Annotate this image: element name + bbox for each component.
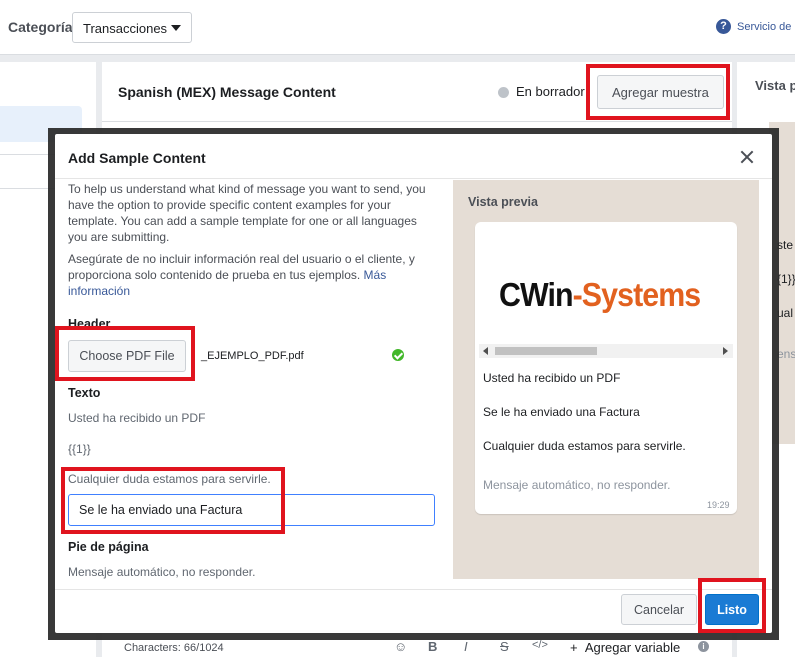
horizontal-scrollbar[interactable]: [479, 344, 733, 358]
status-text: En borrador: [516, 84, 585, 99]
choose-pdf-button[interactable]: Choose PDF File: [68, 340, 186, 372]
preview-line: Cualquier duda estamos para servirle.: [483, 439, 686, 453]
plus-icon: +: [570, 640, 578, 655]
category-select[interactable]: Transacciones: [72, 12, 192, 43]
right-preview-text: ens: [777, 347, 795, 361]
character-count: Characters: 66/1024: [124, 642, 224, 654]
variable-sample-input[interactable]: [68, 494, 435, 526]
add-variable-button[interactable]: + Agregar variable: [570, 640, 680, 655]
italic-icon[interactable]: I: [464, 639, 468, 654]
add-sample-dialog: Add Sample Content To help us understand…: [55, 134, 772, 633]
text-line: Usted ha recibido un PDF: [68, 411, 206, 425]
message-bubble: CWin-Systems Usted ha recibido un PDF Se…: [475, 222, 737, 514]
scrollbar-thumb[interactable]: [495, 347, 597, 355]
strikethrough-icon[interactable]: S: [500, 639, 509, 654]
help-icon: ?: [716, 19, 731, 34]
text-line: Cualquier duda estamos para servirle.: [68, 472, 271, 486]
preview-title: Vista previa: [468, 195, 538, 209]
category-label: Categoría: [8, 19, 73, 35]
caret-down-icon: [171, 25, 181, 31]
close-icon[interactable]: [738, 148, 756, 166]
code-icon[interactable]: </>: [532, 639, 548, 651]
company-logo: CWin-Systems: [499, 276, 701, 313]
intro-text: To help us understand what kind of messa…: [68, 182, 426, 244]
done-button[interactable]: Listo: [705, 594, 759, 625]
preview-time: 19:29: [707, 500, 730, 510]
cancel-button[interactable]: Cancelar: [621, 594, 697, 625]
right-preview-text: ste: [777, 238, 794, 252]
divider: [55, 178, 772, 179]
message-content-title: Spanish (MEX) Message Content: [118, 84, 336, 100]
footer-text: Mensaje automático, no responder.: [68, 565, 256, 579]
dialog-title: Add Sample Content: [68, 150, 206, 166]
top-bar: Categoría Transacciones ? Servicio de: [0, 0, 795, 55]
divider: [55, 589, 772, 590]
scroll-right-icon[interactable]: [723, 347, 728, 355]
info-icon[interactable]: i: [698, 641, 709, 652]
right-preview-title: Vista p: [755, 78, 795, 93]
category-value: Transacciones: [83, 21, 168, 36]
file-name: _EJEMPLO_PDF.pdf: [201, 350, 304, 362]
bold-icon[interactable]: B: [428, 639, 437, 654]
status-dot-icon: [498, 87, 509, 98]
emoji-icon[interactable]: ☺: [394, 639, 407, 654]
right-preview-text: ual: [777, 306, 794, 320]
check-icon: [392, 349, 404, 361]
message-content-header: Spanish (MEX) Message Content En borrado…: [102, 62, 732, 122]
preview-line: Se le ha enviado una Factura: [483, 405, 640, 419]
help-text: Servicio de: [737, 20, 792, 33]
text-line: {{1}}: [68, 442, 91, 456]
preview-line: Usted ha recibido un PDF: [483, 371, 621, 385]
add-sample-button[interactable]: Agregar muestra: [597, 75, 724, 109]
add-variable-label: Agregar variable: [584, 640, 681, 655]
preview-pane: Vista previa CWin-Systems Usted ha recib…: [453, 180, 759, 579]
privacy-note: Asegúrate de no incluir información real…: [68, 251, 428, 299]
text-section-label: Texto: [68, 386, 101, 400]
header-image[interactable]: CWin-Systems: [479, 226, 733, 344]
scroll-left-icon[interactable]: [483, 347, 488, 355]
header-section-label: Header: [68, 317, 111, 331]
help-link[interactable]: ? Servicio de: [716, 19, 791, 34]
right-preview-text: {1}}: [777, 272, 795, 286]
preview-footer: Mensaje automático, no responder.: [483, 478, 671, 492]
footer-section-label: Pie de página: [68, 540, 149, 554]
